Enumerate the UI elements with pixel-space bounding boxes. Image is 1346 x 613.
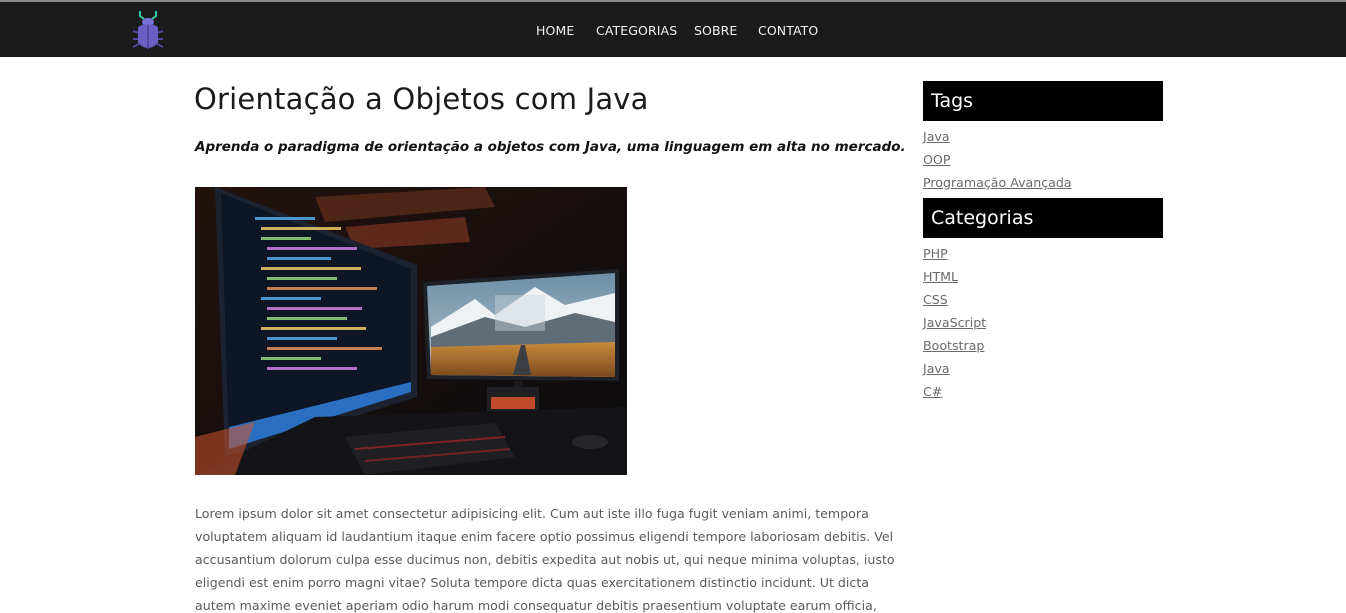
navbar: HOME CATEGORIAS SOBRE CONTATO: [0, 2, 1346, 57]
category-link[interactable]: HTML: [923, 269, 958, 284]
post-hero-image: [195, 187, 627, 475]
nav-sobre[interactable]: SOBRE: [694, 23, 737, 38]
category-link[interactable]: PHP: [923, 246, 948, 261]
category-link[interactable]: JavaScript: [923, 315, 986, 330]
post-body: Lorem ipsum dolor sit amet consectetur a…: [195, 506, 895, 613]
nav-categorias[interactable]: CATEGORIAS: [596, 23, 677, 38]
nav-contato[interactable]: CONTATO: [758, 23, 818, 38]
post-title: Orientação a Objetos com Java: [194, 82, 649, 116]
post-subtitle: Aprenda o paradigma de orientação a obje…: [195, 139, 906, 155]
nav-home[interactable]: HOME: [536, 23, 574, 38]
tag-link[interactable]: Programação Avançada: [923, 175, 1072, 190]
category-link[interactable]: C#: [923, 384, 942, 399]
category-link[interactable]: CSS: [923, 292, 948, 307]
tag-link[interactable]: OOP: [923, 152, 950, 167]
sidebar-categories-heading: Categorias: [923, 198, 1163, 238]
category-link[interactable]: Java: [923, 361, 950, 376]
category-link[interactable]: Bootstrap: [923, 338, 984, 353]
sidebar-tags-heading: Tags: [923, 81, 1163, 121]
tag-link[interactable]: Java: [923, 129, 950, 144]
main-nav: HOME CATEGORIAS SOBRE CONTATO: [0, 2, 1346, 57]
